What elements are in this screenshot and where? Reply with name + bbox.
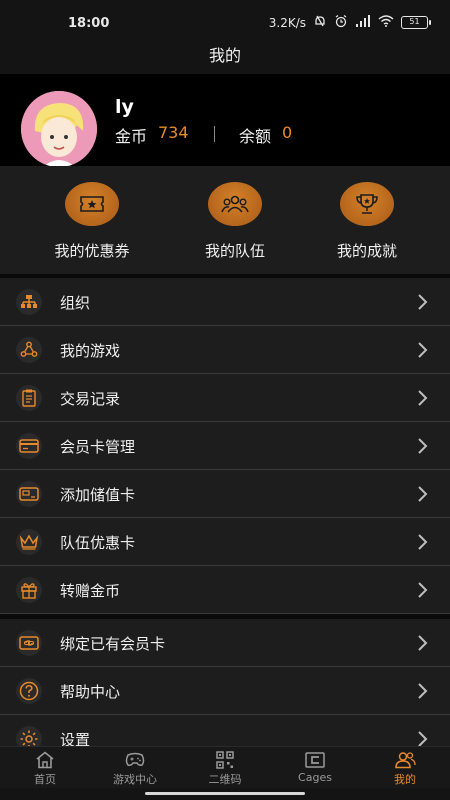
divider bbox=[214, 126, 215, 142]
menu-item-transaction-records[interactable]: 交易记录 bbox=[0, 374, 450, 422]
qr-code-icon bbox=[214, 751, 236, 769]
cages-icon bbox=[304, 751, 326, 769]
shortcut-my-team[interactable]: 我的队伍 bbox=[165, 182, 305, 261]
menu-item-label: 我的游戏 bbox=[60, 342, 121, 360]
menu-item-label: 绑定已有会员卡 bbox=[60, 635, 166, 653]
shortcut-my-achievements[interactable]: 我的成就 bbox=[297, 182, 437, 261]
avatar[interactable] bbox=[21, 91, 97, 167]
shortcut-my-coupons[interactable]: 我的优惠券 bbox=[22, 182, 162, 261]
profile-icon bbox=[394, 751, 416, 769]
menu-item-membership-card-management[interactable]: 会员卡管理 bbox=[0, 422, 450, 470]
coins-value: 734 bbox=[158, 123, 189, 142]
chevron-right-icon bbox=[418, 390, 428, 406]
tab-label: 二维码 bbox=[208, 773, 242, 786]
status-icons: 3.2K/s 51 bbox=[268, 14, 431, 31]
shortcut-label: 我的成就 bbox=[336, 242, 397, 260]
chevron-right-icon bbox=[418, 294, 428, 310]
menu-item-team-discount-card[interactable]: 队伍优惠卡 bbox=[0, 518, 450, 566]
mute-icon bbox=[313, 14, 327, 31]
chevron-right-icon bbox=[418, 486, 428, 502]
home-icon bbox=[34, 751, 56, 769]
transaction-record-icon bbox=[16, 385, 42, 411]
tab-label: Cages bbox=[298, 771, 332, 784]
profile-section[interactable]: ly 金币 734 余额 0 bbox=[0, 74, 450, 167]
home-indicator bbox=[0, 788, 450, 800]
page-title: 我的 bbox=[208, 46, 241, 65]
balance-value: 0 bbox=[282, 123, 293, 142]
coins-label: 金币 bbox=[115, 127, 148, 146]
net-speed: 3.2K/s bbox=[268, 15, 306, 30]
membership-card-icon bbox=[16, 433, 42, 459]
bind-card-icon bbox=[16, 630, 42, 656]
home-indicator-pill[interactable] bbox=[145, 792, 305, 795]
alarm-icon bbox=[334, 14, 348, 31]
organization-icon bbox=[16, 289, 42, 315]
balance-label: 余额 bbox=[239, 127, 272, 146]
chevron-right-icon bbox=[418, 683, 428, 699]
chevron-right-icon bbox=[418, 582, 428, 598]
tab-profile[interactable]: 我的 bbox=[360, 747, 450, 788]
tab-label: 我的 bbox=[394, 773, 416, 786]
tab-home[interactable]: 首页 bbox=[0, 747, 90, 788]
crown-icon bbox=[16, 529, 42, 555]
menu-item-label: 转赠金币 bbox=[60, 582, 121, 600]
stored-value-card-icon bbox=[16, 481, 42, 507]
menu-item-label: 会员卡管理 bbox=[60, 438, 136, 456]
battery-icon: 51 bbox=[401, 16, 431, 29]
menu-item-help-center[interactable]: 帮助中心 bbox=[0, 667, 450, 715]
signal-icon bbox=[355, 15, 371, 30]
menu-item-label: 交易记录 bbox=[60, 390, 121, 408]
tab-qr-code[interactable]: 二维码 bbox=[180, 747, 270, 788]
gift-icon bbox=[16, 577, 42, 603]
menu-group-support: 绑定已有会员卡 帮助中心 设置 bbox=[0, 619, 450, 763]
tab-label: 首页 bbox=[34, 773, 56, 786]
menu-item-add-stored-value-card[interactable]: 添加储值卡 bbox=[0, 470, 450, 518]
menu-item-gift-coins[interactable]: 转赠金币 bbox=[0, 566, 450, 614]
help-icon bbox=[16, 678, 42, 704]
menu-item-label: 帮助中心 bbox=[60, 683, 121, 701]
tab-label: 游戏中心 bbox=[113, 773, 157, 786]
chevron-right-icon bbox=[418, 342, 428, 358]
games-icon bbox=[16, 337, 42, 363]
chevron-right-icon bbox=[418, 635, 428, 651]
menu-item-label: 组织 bbox=[60, 294, 91, 312]
username: ly bbox=[115, 96, 134, 118]
shortcut-label: 我的优惠券 bbox=[54, 242, 130, 260]
status-time: 18:00 bbox=[68, 16, 110, 31]
bottom-tab-bar: 首页 游戏中心 二维码 Cages 我的 bbox=[0, 746, 450, 788]
chevron-right-icon bbox=[418, 438, 428, 454]
chevron-right-icon bbox=[418, 534, 428, 550]
shortcut-label: 我的队伍 bbox=[204, 242, 265, 260]
tab-game-center[interactable]: 游戏中心 bbox=[90, 747, 180, 788]
menu-item-organization[interactable]: 组织 bbox=[0, 278, 450, 326]
coupon-icon bbox=[65, 182, 119, 226]
status-bar: 18:00 3.2K/s 51 bbox=[0, 0, 450, 40]
game-center-icon bbox=[124, 751, 146, 769]
tab-cages[interactable]: Cages bbox=[270, 747, 360, 788]
top-bar: 我的 bbox=[0, 40, 450, 74]
menu-item-label: 队伍优惠卡 bbox=[60, 534, 136, 552]
menu-item-my-games[interactable]: 我的游戏 bbox=[0, 326, 450, 374]
menu-group-account: 组织 我的游戏 交易记录 会员卡管理 添加储值卡 队伍优惠卡 转赠金币 bbox=[0, 278, 450, 614]
shortcut-panel: 我的优惠券 我的队伍 我的成就 bbox=[0, 166, 450, 274]
team-icon bbox=[208, 182, 262, 226]
trophy-icon bbox=[340, 182, 394, 226]
wifi-icon bbox=[378, 15, 394, 30]
menu-item-label: 添加储值卡 bbox=[60, 486, 136, 504]
menu-item-bind-membership-card[interactable]: 绑定已有会员卡 bbox=[0, 619, 450, 667]
